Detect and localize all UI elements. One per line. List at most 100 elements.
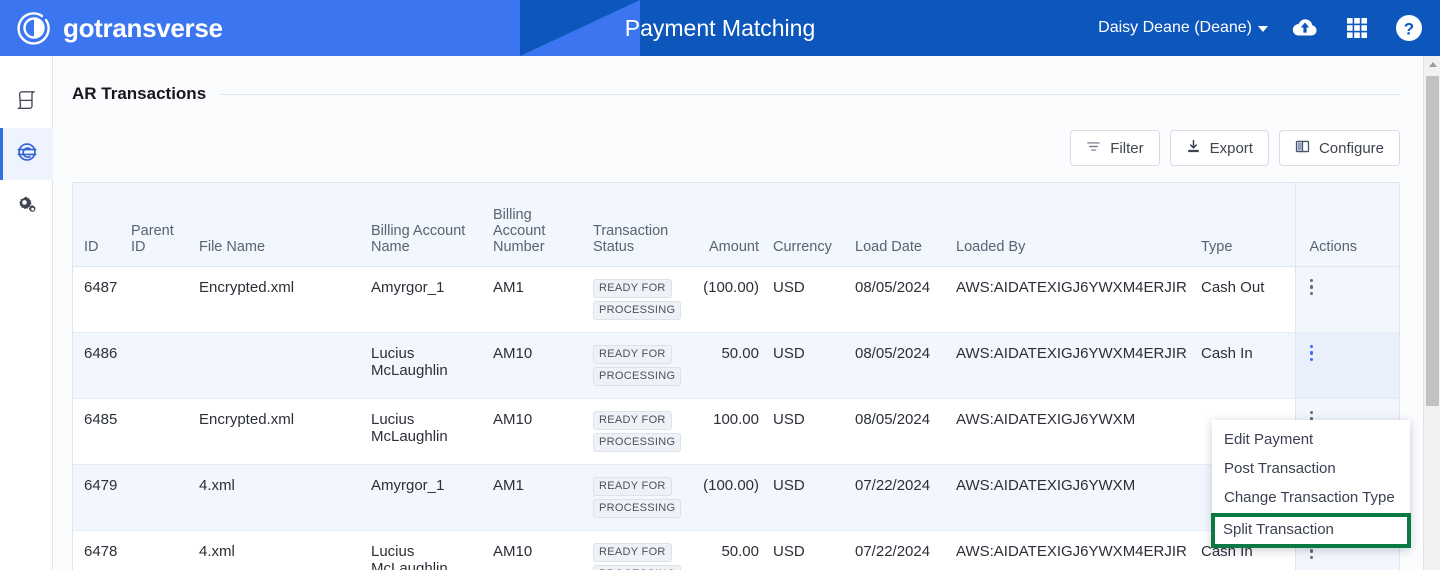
cell-amount: (100.00) — [695, 464, 773, 531]
cell-parent-id — [131, 464, 199, 531]
app-header: gotransverse Payment Matching Daisy Dean… — [0, 0, 1440, 56]
cell-id: 6478 — [73, 530, 131, 570]
cell-currency: USD — [773, 332, 855, 399]
status-badge: READY FORPROCESSING — [593, 410, 687, 452]
scrollbar-thumb[interactable] — [1426, 76, 1439, 406]
kebab-menu-icon[interactable] — [1309, 344, 1313, 365]
user-menu[interactable]: Daisy Deane (Deane) — [1098, 19, 1268, 37]
cell-load-date: 08/05/2024 — [855, 266, 956, 333]
columns-icon — [1295, 139, 1310, 158]
cell-amount: (100.00) — [695, 266, 773, 333]
cell-type: Cash Out — [1201, 266, 1295, 333]
cell-load-date: 07/22/2024 — [855, 530, 956, 570]
row-actions-dropdown: Edit Payment Post Transaction Change Trans… — [1211, 420, 1411, 548]
cell-id: 6479 — [73, 464, 131, 531]
cell-type: Cash In — [1201, 332, 1295, 399]
cell-billing-account-name: Lucius McLaughlin — [371, 398, 493, 465]
cell-parent-id — [131, 266, 199, 333]
brand[interactable]: gotransverse — [16, 0, 223, 56]
cell-transaction-status: READY FORPROCESSING — [593, 530, 695, 570]
cell-load-date: 07/22/2024 — [855, 464, 956, 531]
col-currency[interactable]: Currency — [773, 183, 855, 267]
dropdown-item-3[interactable]: Split Transaction — [1211, 513, 1411, 548]
cell-parent-id — [131, 530, 199, 570]
col-billing-account-name[interactable]: Billing Account Name — [371, 183, 493, 267]
cell-loaded-by: AWS:AIDATEXIGJ6YWXM4ERJIR — [956, 266, 1201, 333]
transactions-table: ID Parent ID File Name Billing Account N… — [73, 183, 1399, 570]
cell-file-name: 4.xml — [199, 530, 371, 570]
chevron-down-icon — [1258, 26, 1268, 32]
col-transaction-status[interactable]: Transaction Status — [593, 183, 695, 267]
table-row[interactable]: 6478 4.xmlLucius McLaughlinAM10READY FORP… — [73, 530, 1399, 570]
scrollbar-up-arrow-icon[interactable] — [1424, 56, 1440, 73]
cell-id: 6485 — [73, 398, 131, 465]
sidebar-item-documents[interactable] — [0, 76, 53, 128]
table-head: ID Parent ID File Name Billing Account N… — [73, 183, 1399, 267]
cell-load-date: 08/05/2024 — [855, 398, 956, 465]
cell-file-name: Encrypted.xml — [199, 266, 371, 333]
cell-id: 6487 — [73, 266, 131, 333]
cell-billing-account-name: Amyrgor_1 — [371, 266, 493, 333]
cloud-upload-icon[interactable] — [1290, 13, 1320, 43]
sidebar-item-settings[interactable] — [0, 180, 53, 232]
filter-button[interactable]: Filter — [1070, 130, 1160, 166]
export-button[interactable]: Export — [1169, 130, 1269, 166]
col-id[interactable]: ID — [73, 183, 131, 267]
cell-currency: USD — [773, 398, 855, 465]
cell-parent-id — [131, 398, 199, 465]
cell-billing-account-name: Lucius McLaughlin — [371, 530, 493, 570]
dropdown-item-2[interactable]: Change Transaction Type — [1212, 483, 1410, 512]
table-row[interactable]: 6479 4.xml Amyrgor_1 AM1 READY FOR PROCESSING… — [73, 464, 1399, 531]
dropdown-item-1[interactable]: Post Transaction — [1212, 454, 1410, 483]
col-type[interactable]: Type — [1201, 183, 1295, 267]
cell-transaction-status: READY FORPROCESSING — [593, 398, 695, 465]
brand-name: gotransverse — [63, 12, 223, 43]
cell-loaded-by: AWS:AIDATEXIGJ6YWXM — [956, 464, 1201, 531]
sidebar — [0, 56, 53, 570]
status-badge: READY FORPROCESSING — [593, 344, 687, 386]
filter-icon — [1086, 139, 1101, 158]
cell-transaction-status: READY FORPROCESSING — [593, 332, 695, 399]
sidebar-item-payments[interactable] — [0, 128, 53, 180]
table-row[interactable]: 6486 Lucius McLaughlin AM10 READY FOR PROCES… — [73, 332, 1399, 399]
help-circle-icon[interactable]: ? — [1394, 13, 1424, 43]
col-parent-id[interactable]: Parent ID — [131, 183, 199, 267]
user-name-label: Daisy Deane (Deane) — [1098, 19, 1252, 36]
cell-id: 6486 — [73, 332, 131, 399]
page-scrollbar[interactable] — [1423, 56, 1440, 570]
cell-file-name — [199, 332, 371, 399]
col-load-date[interactable]: Load Date — [855, 183, 956, 267]
col-loaded-by[interactable]: Loaded By — [956, 183, 1201, 267]
cell-amount: 50.00 — [695, 332, 773, 399]
dropdown-item-0[interactable]: Edit Payment — [1212, 425, 1410, 454]
configure-button[interactable]: Configure — [1278, 130, 1400, 166]
cell-file-name: 4.xml — [199, 464, 371, 531]
apps-grid-icon[interactable] — [1342, 13, 1372, 43]
cell-transaction-status: READY FORPROCESSING — [593, 464, 695, 531]
cell-transaction-status: READY FORPROCESSING — [593, 266, 695, 333]
col-amount[interactable]: Amount — [695, 183, 773, 267]
cell-billing-account-number: AM1 — [493, 464, 593, 531]
cell-loaded-by: AWS:AIDATEXIGJ6YWXM — [956, 398, 1201, 465]
cell-currency: USD — [773, 266, 855, 333]
col-file-name[interactable]: File Name — [199, 183, 371, 267]
cell-amount: 100.00 — [695, 398, 773, 465]
cell-currency: USD — [773, 464, 855, 531]
table-row[interactable]: 6487 Encrypted.xml Amyrgor_1 AM1 READY FOR PR… — [73, 266, 1399, 333]
header-actions: Daisy Deane (Deane) ? — [1098, 0, 1424, 56]
cell-loaded-by: AWS:AIDATEXIGJ6YWXM4ERJIR — [956, 530, 1201, 570]
col-billing-account-number[interactable]: Billing Account Number — [493, 183, 593, 267]
table-header-row: ID Parent ID File Name Billing Account N… — [73, 183, 1399, 267]
export-button-label: Export — [1209, 139, 1253, 157]
cell-billing-account-number: AM10 — [493, 398, 593, 465]
kebab-menu-icon[interactable] — [1309, 278, 1313, 299]
ar-transactions-table: ID Parent ID File Name Billing Account N… — [72, 182, 1400, 570]
cell-amount: 50.00 — [695, 530, 773, 570]
configure-button-label: Configure — [1318, 139, 1384, 157]
status-badge: READY FORPROCESSING — [593, 542, 687, 570]
page-title: AR Transactions — [72, 84, 207, 103]
table-toolbar: Filter Export Configure — [1070, 130, 1400, 166]
cell-billing-account-name: Amyrgor_1 — [371, 464, 493, 531]
cell-billing-account-number: AM1 — [493, 266, 593, 333]
table-row[interactable]: 6485 Encrypted.xml Lucius McLaughlin AM10 RE… — [73, 398, 1399, 465]
